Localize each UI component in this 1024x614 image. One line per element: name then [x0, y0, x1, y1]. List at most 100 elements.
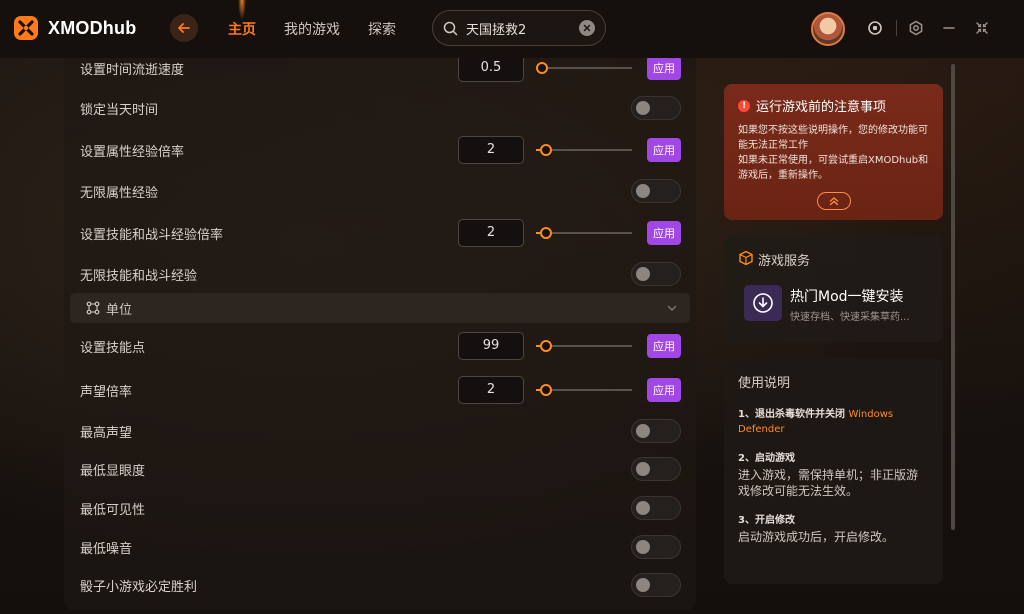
close-icon — [583, 24, 591, 32]
setting-label: 无限属性经验 — [80, 185, 159, 201]
value-slider[interactable] — [536, 340, 632, 352]
section-header-unit[interactable]: 单位 — [70, 293, 690, 323]
mod-settings-panel: 设置时间流逝速度 0.5 应用 锁定当天时间 设置属性经验倍率 2 应用 无限属… — [64, 58, 696, 610]
setting-label: 设置技能和战斗经验倍率 — [80, 227, 224, 243]
toggle-switch[interactable] — [631, 573, 681, 597]
service-title: 游戏服务 — [758, 254, 811, 269]
chevron-down-icon[interactable] — [666, 302, 678, 314]
value-slider[interactable] — [536, 62, 632, 74]
settings-button[interactable] — [907, 19, 925, 37]
box-icon — [739, 250, 753, 266]
value-slider[interactable] — [536, 384, 632, 396]
value-input[interactable]: 99 — [458, 332, 524, 360]
app-name: XMODhub — [48, 17, 137, 38]
setting-row: 最低可见性 — [64, 488, 696, 528]
back-button[interactable] — [170, 14, 198, 42]
search-input[interactable]: 天国拯救2 — [466, 19, 579, 38]
value-input[interactable]: 2 — [458, 376, 524, 404]
usage-title: 使用说明 — [738, 376, 791, 391]
setting-label: 最低可见性 — [80, 502, 146, 518]
setting-row: 无限属性经验 — [64, 171, 696, 211]
top-bar: XMODhub 主页 我的游戏 探索 天国拯救2 — [0, 0, 1024, 58]
toggle-knob — [636, 462, 650, 476]
setting-row: 无限技能和战斗经验 — [64, 254, 696, 294]
toggle-switch[interactable] — [631, 535, 681, 559]
notice-line: 如果您不按这些说明操作，您的修改功能可能无法正常工作 — [738, 125, 928, 151]
slider-track — [536, 67, 632, 69]
nav-item-home[interactable]: 主页 — [228, 19, 256, 39]
toggle-switch[interactable] — [631, 179, 681, 203]
scrollbar[interactable] — [951, 64, 955, 530]
setting-row: 最高声望 — [64, 411, 696, 451]
download-icon — [753, 293, 773, 313]
setting-row: 设置时间流逝速度 0.5 应用 — [64, 58, 696, 88]
setting-row: 设置属性经验倍率 2 应用 — [64, 130, 696, 170]
usage-step: 3、开启修改 启动游戏成功后，开启修改。 — [738, 513, 929, 545]
setting-label: 无限技能和战斗经验 — [80, 268, 198, 284]
toggle-switch[interactable] — [631, 419, 681, 443]
setting-row: 最低噪音 — [64, 527, 696, 567]
notice-body: 如果您不按这些说明操作，您的修改功能可能无法正常工作 如果未正常使用，可尝试重启… — [738, 123, 929, 183]
app-logo[interactable]: XMODhub — [12, 14, 136, 42]
notice-title: 运行游戏前的注意事项 — [756, 100, 887, 115]
user-avatar[interactable] — [811, 12, 845, 46]
value-input[interactable]: 2 — [458, 136, 524, 164]
setting-label: 声望倍率 — [80, 384, 133, 400]
service-item-name[interactable]: 热门Mod一键安装 — [790, 286, 904, 306]
setting-label: 骰子小游戏必定胜利 — [80, 579, 198, 595]
search-icon — [443, 21, 458, 35]
value-input[interactable]: 0.5 — [458, 58, 524, 82]
setting-label: 最低显眼度 — [80, 463, 146, 479]
apply-button[interactable]: 应用 — [647, 378, 681, 402]
toggle-knob — [636, 101, 650, 115]
xmodhub-logo-icon — [14, 16, 38, 40]
step-title: 2、启动游戏 — [738, 453, 795, 464]
apply-button[interactable]: 应用 — [647, 334, 681, 358]
active-tab-glow — [238, 0, 246, 20]
setting-row: 最低显眼度 — [64, 449, 696, 489]
setting-label: 设置技能点 — [80, 340, 146, 356]
search-box[interactable]: 天国拯救2 — [432, 10, 606, 46]
usage-instructions-card: 使用说明 1、退出杀毒软件并关闭 Windows Defender 2、启动游戏… — [724, 358, 943, 584]
slider-thumb[interactable] — [536, 62, 548, 74]
mod-install-button[interactable] — [744, 285, 782, 321]
apply-button[interactable]: 应用 — [647, 221, 681, 245]
minimize-button[interactable] — [940, 19, 958, 37]
step-title: 3、开启修改 — [738, 515, 795, 526]
setting-row: 锁定当天时间 — [64, 88, 696, 128]
toggle-knob — [636, 501, 650, 515]
fullscreen-button[interactable] — [973, 19, 991, 37]
shrink-arrows-icon — [976, 22, 988, 34]
minimize-icon — [943, 27, 955, 29]
slider-thumb[interactable] — [540, 384, 552, 396]
apply-button[interactable]: 应用 — [647, 58, 681, 80]
setting-row: 设置技能点 99 应用 — [64, 326, 696, 366]
toggle-switch[interactable] — [631, 496, 681, 520]
value-input[interactable]: 2 — [458, 219, 524, 247]
step-body: 进入游戏，需保持单机；非正版游戏修改可能无法生效。 — [738, 468, 919, 498]
usage-step: 2、启动游戏 进入游戏，需保持单机；非正版游戏修改可能无法生效。 — [738, 451, 929, 499]
toggle-knob — [636, 424, 650, 438]
notice-line: 如果未正常使用，可尝试重启XMODhub和游戏后，重新操作。 — [738, 155, 929, 181]
setting-label: 最高声望 — [80, 425, 133, 441]
step-body: 启动游戏成功后，开启修改。 — [738, 530, 895, 544]
slider-thumb[interactable] — [540, 227, 552, 239]
clear-search-button[interactable] — [579, 20, 595, 36]
arrow-left-icon — [178, 23, 190, 33]
toggle-switch[interactable] — [631, 262, 681, 286]
message-button[interactable] — [866, 19, 884, 37]
nav-item-my-games[interactable]: 我的游戏 — [284, 19, 340, 39]
toggle-switch[interactable] — [631, 96, 681, 120]
collapse-notice-button[interactable] — [817, 192, 851, 210]
slider-thumb[interactable] — [540, 144, 552, 156]
usage-step: 1、退出杀毒软件并关闭 Windows Defender — [738, 407, 929, 437]
setting-label: 锁定当天时间 — [80, 102, 159, 118]
value-slider[interactable] — [536, 227, 632, 239]
value-slider[interactable] — [536, 144, 632, 156]
game-service-card: 游戏服务 热门Mod一键安装 快速存档、快速采集草药... — [724, 236, 943, 342]
apply-button[interactable]: 应用 — [647, 138, 681, 162]
toggle-switch[interactable] — [631, 457, 681, 481]
nav-item-explore[interactable]: 探索 — [368, 19, 396, 39]
slider-thumb[interactable] — [540, 340, 552, 352]
setting-row: 声望倍率 2 应用 — [64, 370, 696, 410]
